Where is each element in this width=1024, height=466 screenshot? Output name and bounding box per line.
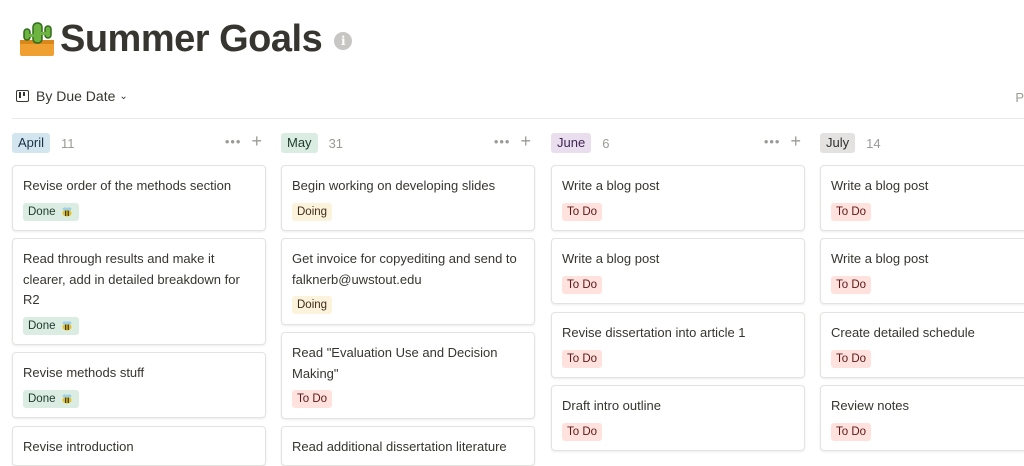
status-badge: To Do [831, 202, 872, 221]
card-title: Write a blog post [562, 178, 660, 193]
more-icon[interactable]: ••• [225, 134, 242, 149]
card[interactable]: Revise methods stuff Done [12, 352, 266, 418]
status-badge: Done [23, 202, 79, 221]
card[interactable]: Draft intro outline To Do [551, 385, 805, 451]
column-count: 31 [328, 135, 344, 151]
view-label: By Due Date [36, 88, 116, 104]
status-badge: To Do [831, 275, 872, 294]
card[interactable]: Revise dissertation into article 1 To Do [551, 312, 805, 378]
card[interactable]: Write a blog post To Do [551, 238, 805, 304]
board-icon [16, 90, 29, 102]
status-badge: Doing [292, 296, 333, 314]
card[interactable]: Create detailed schedule To Do [820, 312, 1024, 378]
cactus-icon[interactable] [16, 18, 58, 60]
card[interactable]: Write a blog post To Do [820, 165, 1024, 231]
bee-icon [62, 206, 71, 216]
card-title: Read "Evaluation Use and Decision Making… [292, 345, 498, 381]
page-header: Summer Goals i [16, 18, 353, 60]
card[interactable]: Write a blog post To Do [820, 238, 1024, 304]
bee-icon [62, 393, 71, 403]
column-header: June 6 ••• + [551, 132, 807, 154]
card-title: Write a blog post [562, 251, 660, 266]
card[interactable]: Begin working on developing slides Doing [281, 165, 535, 231]
more-icon[interactable]: ••• [764, 134, 781, 149]
column-count: 6 [602, 135, 610, 151]
card-title: Write a blog post [831, 178, 929, 193]
board-column-april: April 11 ••• + Revise order of the method… [12, 132, 268, 466]
card-title: Revise introduction [23, 439, 134, 454]
info-icon[interactable]: i [334, 32, 353, 50]
card[interactable]: Review notes To Do [820, 385, 1024, 451]
card-title: Begin working on developing slides [292, 178, 496, 193]
card-title: Revise dissertation into article 1 [562, 325, 746, 340]
column-header: July 14 [820, 132, 1024, 154]
card-title: Create detailed schedule [831, 325, 975, 340]
board-column-june: June 6 ••• + Write a blog post To Do Writ… [551, 132, 807, 451]
column-count: 14 [866, 135, 881, 151]
page-title: Summer Goals [60, 18, 323, 60]
status-badge: To Do [562, 202, 603, 221]
status-badge: Done [23, 316, 79, 335]
view-selector[interactable]: By Due Date ⌄ [16, 88, 128, 104]
status-badge: Done [23, 389, 79, 408]
column-name[interactable]: May [281, 133, 318, 153]
column-name[interactable]: July [820, 133, 856, 153]
status-badge: To Do [292, 390, 333, 408]
card-title: Revise order of the methods section [23, 178, 232, 193]
column-header: April 11 ••• + [12, 132, 268, 154]
chevron-down-icon: ⌄ [119, 90, 128, 102]
toolbar-cut-label[interactable]: P [1015, 90, 1024, 105]
card[interactable]: Read additional dissertation literature [281, 426, 535, 466]
card[interactable]: Read through results and make it clearer… [12, 238, 266, 345]
column-name[interactable]: April [12, 133, 51, 153]
board-column-july: July 14 Write a blog post To Do Write a … [820, 132, 1024, 451]
status-badge: To Do [562, 275, 603, 294]
add-icon[interactable]: + [790, 132, 801, 150]
column-name[interactable]: June [551, 133, 592, 153]
card[interactable]: Write a blog post To Do [551, 165, 805, 231]
card-title: Draft intro outline [562, 398, 661, 413]
card[interactable]: Get invoice for copyediting and send to … [281, 238, 535, 325]
card[interactable]: Revise order of the methods section Done [12, 165, 266, 231]
board-column-may: May 31 ••• + Begin working on developing … [281, 132, 537, 466]
divider [12, 118, 1024, 119]
card-title: Read through results and make it clearer… [23, 251, 240, 307]
bee-icon [62, 320, 71, 330]
column-count: 11 [61, 135, 75, 151]
status-badge: Doing [292, 202, 333, 221]
status-badge: To Do [831, 422, 872, 441]
card[interactable]: Read "Evaluation Use and Decision Making… [281, 332, 535, 419]
status-badge: To Do [562, 422, 603, 441]
card-title: Revise methods stuff [23, 365, 145, 380]
card[interactable]: Revise introduction [12, 426, 266, 466]
more-icon[interactable]: ••• [494, 134, 511, 149]
card-title: Review notes [831, 398, 910, 413]
status-badge: To Do [562, 349, 603, 368]
card-title: Write a blog post [831, 251, 929, 266]
add-icon[interactable]: + [520, 132, 531, 150]
card-title: Read additional dissertation literature [292, 439, 507, 454]
add-icon[interactable]: + [251, 132, 262, 150]
card-title: Get invoice for copyediting and send to … [292, 251, 517, 287]
column-header: May 31 ••• + [281, 132, 537, 154]
status-badge: To Do [831, 349, 872, 368]
